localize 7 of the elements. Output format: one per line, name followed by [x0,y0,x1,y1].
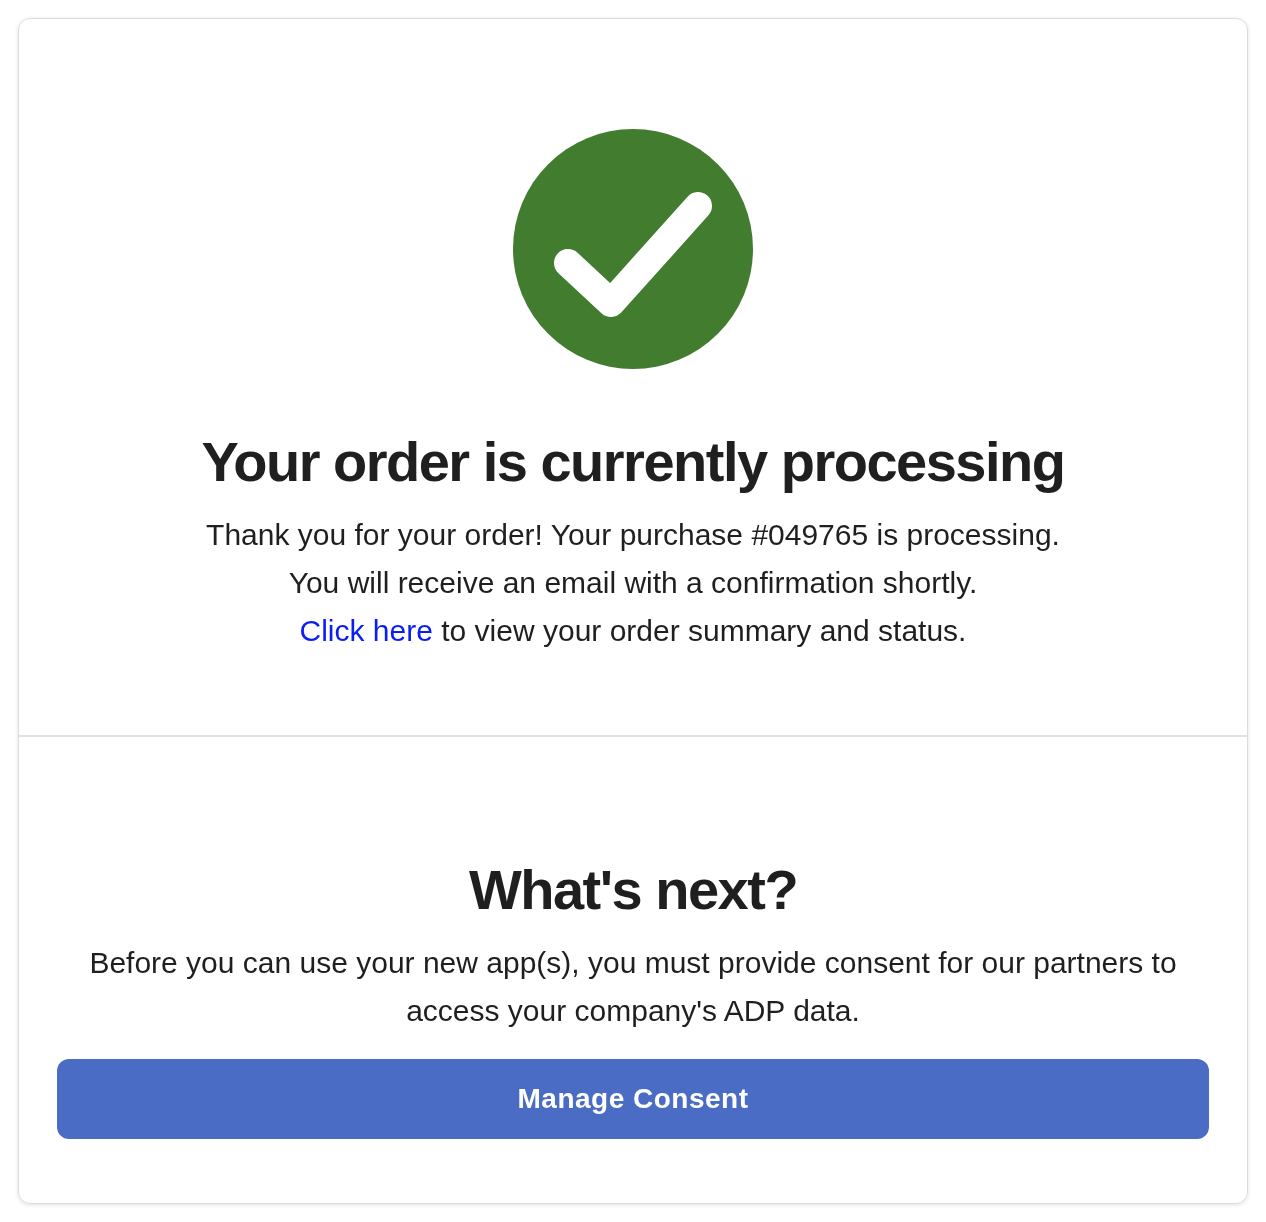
manage-consent-button[interactable]: Manage Consent [57,1059,1209,1139]
check-circle-icon [513,129,753,369]
next-title: What's next? [468,857,798,923]
consent-message: Before you can use your new app(s), you must provide consent for our partners to access your company's ADP data. [88,945,1178,1029]
order-summary-link[interactable]: Click here [299,614,433,647]
confirmation-message: Thank you for your order! Your purchase #049765 is processing. You will receive an email with a confirmation shortly. Click here to view your order summary and status. [206,517,1060,649]
confirmation-title: Your order is currently processing [201,429,1065,495]
